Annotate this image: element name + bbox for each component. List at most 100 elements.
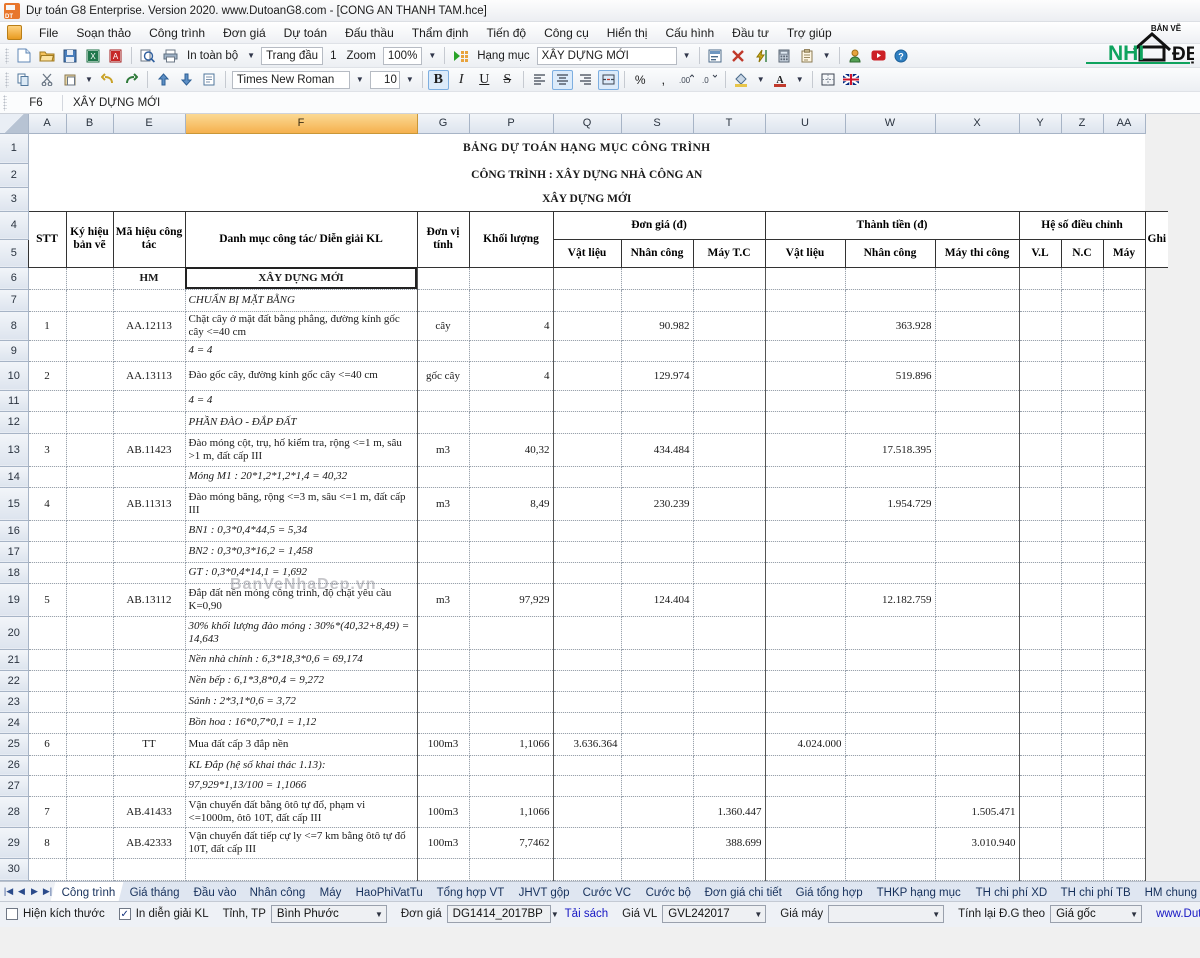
cell-he-so-nc[interactable] xyxy=(1061,390,1104,412)
cell-don-vi[interactable] xyxy=(416,562,470,584)
cell-don-gia-may[interactable] xyxy=(693,541,766,563)
cell-don-gia-vat-lieu[interactable] xyxy=(553,433,622,467)
table-row[interactable]: 29 8 AB.42333 Vận chuyển đất tiếp cự ly <=7… xyxy=(0,827,1168,859)
row-header-7[interactable]: 7 xyxy=(0,289,29,312)
cell-stt[interactable]: 4 xyxy=(27,487,67,521)
cell-thanh-tien-nhan-cong[interactable] xyxy=(845,289,936,312)
cell-don-vi[interactable] xyxy=(416,390,470,412)
cell-ky-hieu[interactable] xyxy=(66,340,114,362)
table-row[interactable]: 10 2 AA.13113 Đào gốc cây, đường kính gốc c… xyxy=(0,361,1168,391)
menu-item-5[interactable]: Đấu thầu xyxy=(336,24,403,42)
cell-don-gia-may[interactable] xyxy=(693,755,766,776)
cell-he-so-vl[interactable] xyxy=(1019,858,1062,881)
cell-ma-hieu[interactable]: AA.12113 xyxy=(113,311,186,341)
cell-ma-hieu[interactable] xyxy=(113,775,186,797)
table-row[interactable]: 28 7 AB.41433 Vận chuyển đất bằng ôtô tự đổ… xyxy=(0,796,1168,828)
cell-don-gia-nhan-cong[interactable]: 124.404 xyxy=(621,583,694,617)
zoom-dropdown-icon[interactable]: ▼ xyxy=(424,51,440,60)
help-icon[interactable]: ? xyxy=(891,46,912,66)
cell-don-gia-nhan-cong[interactable] xyxy=(621,649,694,671)
cell-don-gia-vat-lieu[interactable] xyxy=(553,583,622,617)
row-header-16[interactable]: 16 xyxy=(0,520,29,542)
cell-he-so-nc[interactable] xyxy=(1061,311,1104,341)
cell-ma-hieu[interactable]: AB.42333 xyxy=(113,827,186,859)
increase-decimal-icon[interactable]: .00 xyxy=(676,70,697,90)
table-row[interactable]: 16 BN1 : 0,3*0,4*44,5 = 5,34 xyxy=(0,520,1168,542)
first-page-icon[interactable]: |◀ xyxy=(2,886,15,897)
cell-don-vi[interactable] xyxy=(416,670,470,692)
table-row[interactable]: 17 BN2 : 0,3*0,3*16,2 = 1,458 xyxy=(0,541,1168,563)
cell-don-gia-vat-lieu[interactable] xyxy=(553,361,622,391)
cell-ma-hieu[interactable] xyxy=(113,712,186,734)
cell-he-so-nc[interactable] xyxy=(1061,649,1104,671)
cell-thanh-tien-vat-lieu[interactable] xyxy=(765,267,846,290)
cell-thanh-tien-may[interactable] xyxy=(935,616,1020,650)
sheet-tab-12[interactable]: THKP hạng mục xyxy=(866,881,973,901)
cell-he-so-nc[interactable] xyxy=(1061,616,1104,650)
cell-thanh-tien-may[interactable] xyxy=(935,712,1020,734)
cell-don-gia-may[interactable] xyxy=(693,649,766,671)
sheet-tab-2[interactable]: Đầu vào xyxy=(182,881,247,901)
reload-book-link[interactable]: Tải sách xyxy=(565,908,608,920)
cell-stt[interactable] xyxy=(27,670,67,692)
align-right-icon[interactable] xyxy=(575,70,596,90)
cell-he-so-vl[interactable] xyxy=(1019,411,1062,434)
cell-don-vi[interactable] xyxy=(416,775,470,797)
cell-ma-hieu[interactable] xyxy=(113,691,186,713)
cell-ma-hieu[interactable]: AB.41433 xyxy=(113,796,186,828)
redo-icon[interactable] xyxy=(121,70,142,90)
cell-don-gia-vat-lieu[interactable] xyxy=(553,487,622,521)
table-row[interactable]: 27 97,929*1,13/100 = 1,1066 xyxy=(0,775,1168,797)
cell-danh-muc[interactable]: CHUẨN BỊ MẶT BẰNG xyxy=(185,289,418,312)
cell-danh-muc[interactable]: 4 = 4 xyxy=(185,340,418,362)
cell-thanh-tien-nhan-cong[interactable] xyxy=(845,649,936,671)
cell-ma-hieu[interactable] xyxy=(113,541,186,563)
select-all-corner[interactable] xyxy=(0,114,29,134)
cell-he-so-may[interactable] xyxy=(1103,390,1146,412)
cell-he-so-may[interactable] xyxy=(1103,858,1146,881)
percent-format-button[interactable]: % xyxy=(630,70,651,90)
cell-he-so-may[interactable] xyxy=(1103,827,1146,859)
cell-ky-hieu[interactable] xyxy=(66,649,114,671)
cell-danh-muc[interactable]: 30% khối lượng đào móng : 30%*(40,32+8,4… xyxy=(185,616,418,650)
cell-thanh-tien-nhan-cong[interactable] xyxy=(845,616,936,650)
cell-stt[interactable] xyxy=(27,691,67,713)
cell-don-gia-vat-lieu[interactable] xyxy=(553,775,622,797)
cell-danh-muc[interactable]: Vận chuyển đất tiếp cự ly <=7 km bằng ôt… xyxy=(185,827,418,859)
cell-danh-muc[interactable]: Đào móng băng, rộng <=3 m, sâu <=1 m, đấ… xyxy=(185,487,418,521)
cell-danh-muc[interactable]: Chặt cây ở mặt đất bằng phẳng, đường kín… xyxy=(185,311,418,341)
cell-danh-muc[interactable]: Nền nhà chính : 6,3*18,3*0,6 = 69,174 xyxy=(185,649,418,671)
cell-thanh-tien-may[interactable] xyxy=(935,733,1020,756)
cell-he-so-nc[interactable] xyxy=(1061,361,1104,391)
cell-stt[interactable] xyxy=(27,649,67,671)
cell-don-gia-may[interactable] xyxy=(693,520,766,542)
row-header-21[interactable]: 21 xyxy=(0,649,29,671)
cell-thanh-tien-nhan-cong[interactable]: 363.928 xyxy=(845,311,936,341)
cell-he-so-vl[interactable] xyxy=(1019,583,1062,617)
paste-dropdown-icon[interactable]: ▼ xyxy=(81,75,97,84)
table-row[interactable]: 23 Sảnh : 2*3,1*0,6 = 3,72 xyxy=(0,691,1168,713)
table-row[interactable]: 20 30% khối lượng đào móng : 30%*(40,32+8… xyxy=(0,616,1168,650)
cell-thanh-tien-may[interactable] xyxy=(935,691,1020,713)
column-header-Y[interactable]: Y xyxy=(1019,114,1062,134)
column-header-P[interactable]: P xyxy=(469,114,554,134)
sheet-tab-1[interactable]: Giá tháng xyxy=(118,881,190,901)
cell-he-so-nc[interactable] xyxy=(1061,340,1104,362)
row-header-12[interactable]: 12 xyxy=(0,411,29,434)
cell-thanh-tien-may[interactable] xyxy=(935,487,1020,521)
cell-don-gia-may[interactable] xyxy=(693,562,766,584)
cell-khoi-luong[interactable] xyxy=(469,755,554,776)
cell-don-gia-nhan-cong[interactable] xyxy=(621,267,694,290)
cell-don-vi[interactable] xyxy=(416,858,470,881)
cell-thanh-tien-vat-lieu[interactable] xyxy=(765,361,846,391)
menu-item-4[interactable]: Dự toán xyxy=(275,24,336,42)
export-pdf-icon[interactable]: A xyxy=(105,46,126,66)
sheet-tab-11[interactable]: Giá tổng hợp xyxy=(785,881,874,901)
sheet-tab-13[interactable]: TH chi phí XD xyxy=(964,881,1058,901)
cell-don-gia-nhan-cong[interactable] xyxy=(621,562,694,584)
cell-thanh-tien-may[interactable] xyxy=(935,340,1020,362)
table-row[interactable]: 6 HM XÂY DỰNG MỚI xyxy=(0,267,1168,290)
cell-stt[interactable] xyxy=(27,520,67,542)
cell-thanh-tien-nhan-cong[interactable] xyxy=(845,755,936,776)
cell-he-so-may[interactable] xyxy=(1103,562,1146,584)
